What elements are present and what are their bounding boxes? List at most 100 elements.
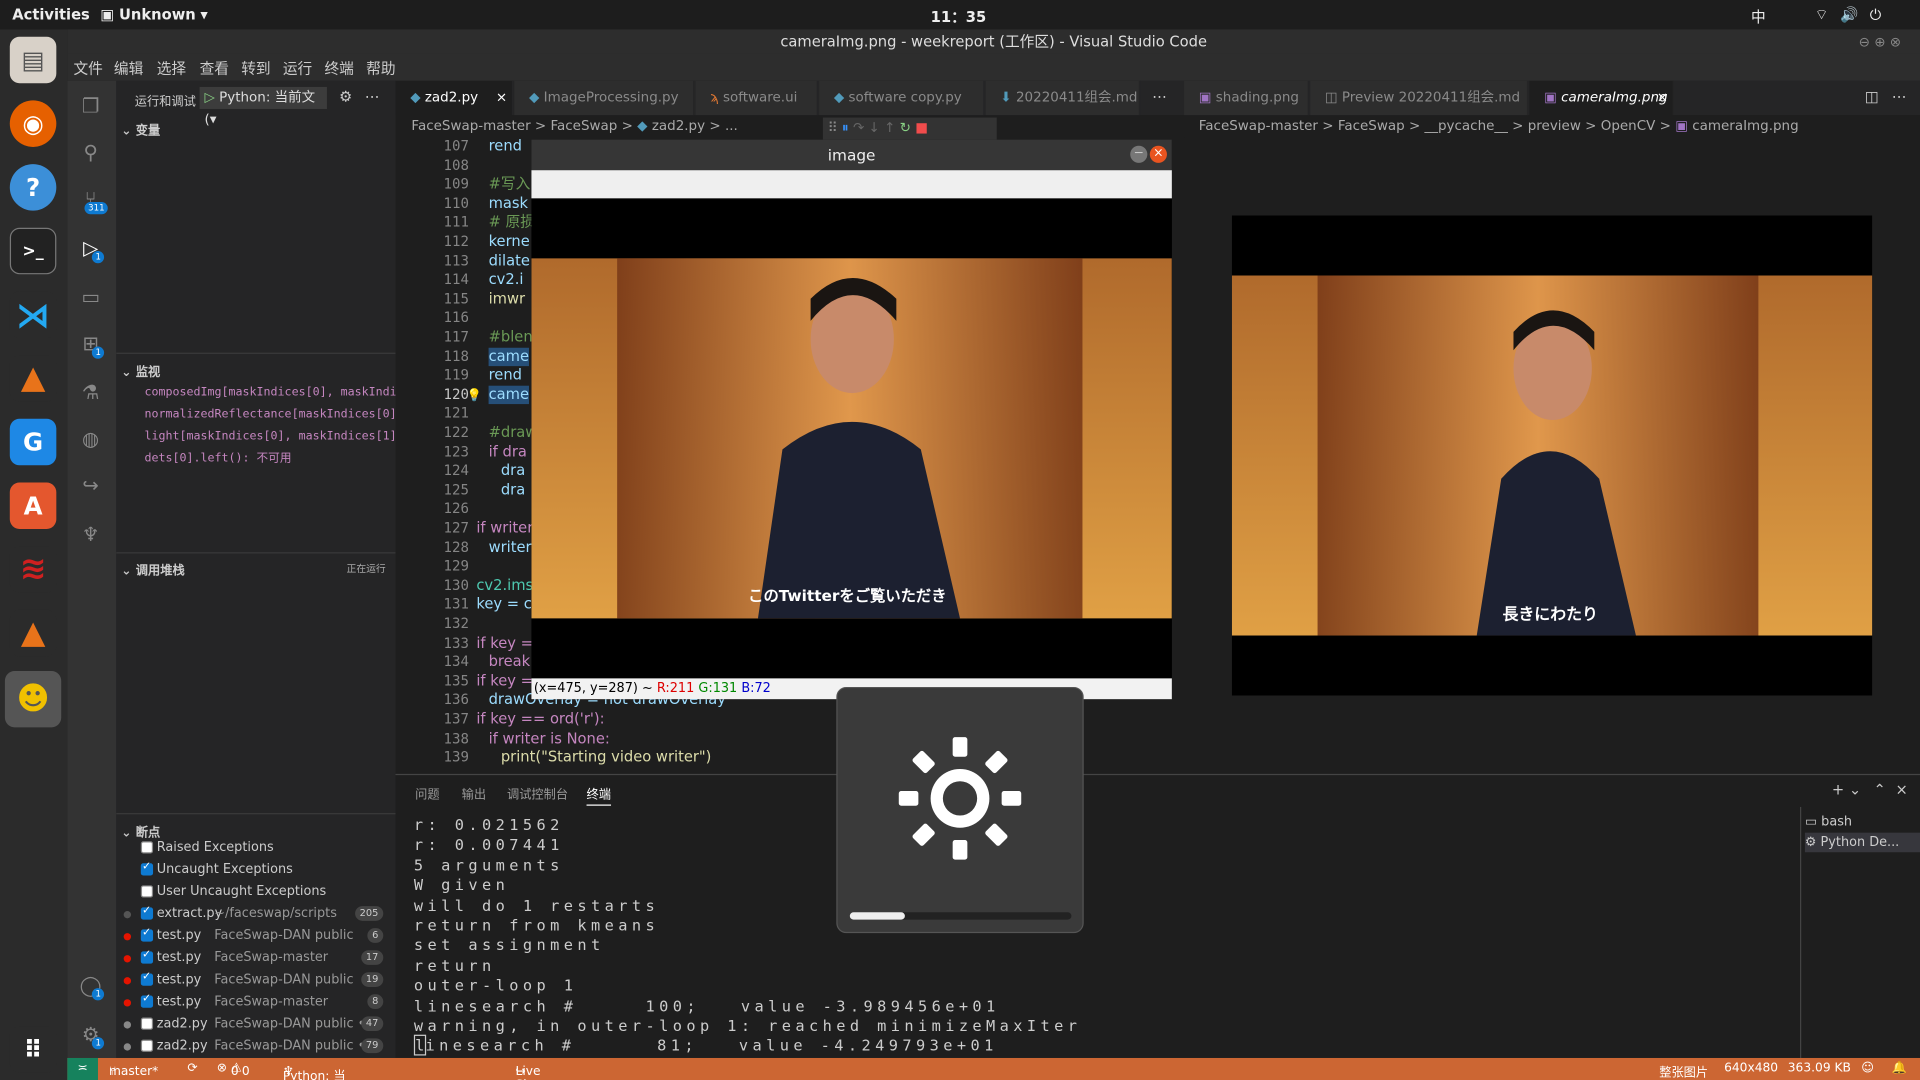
image-scale-label[interactable]: 整张图片 xyxy=(1659,1062,1708,1080)
breakpoint-checkbox[interactable] xyxy=(140,927,154,942)
breakpoint-item[interactable]: extract.py~/faceswap/scripts 205 xyxy=(116,904,395,926)
breakpoint-dot-icon[interactable] xyxy=(123,1021,132,1029)
activities-button[interactable]: Activities xyxy=(12,6,90,23)
breadcrumb-item[interactable]: OpenCV xyxy=(1601,118,1656,134)
breakpoint-item[interactable]: test.py FaceSwap-master 17 xyxy=(116,948,395,970)
breakpoint-checkbox[interactable] xyxy=(140,1039,154,1052)
tab-problems[interactable]: 问题 xyxy=(415,784,439,802)
breakpoint-dot-icon[interactable] xyxy=(123,933,132,941)
breakpoint-item[interactable]: zad2.py FaceSwap-DAN public •... 47 xyxy=(116,1014,395,1036)
more-icon[interactable]: ⋯ xyxy=(1152,88,1167,105)
breakpoint-item[interactable]: Raised Exceptions xyxy=(116,838,395,860)
watch-item[interactable]: composedImg[maskIndices[0], maskIndi xyxy=(144,382,395,404)
breadcrumb-item[interactable]: FaceSwap xyxy=(1338,118,1405,134)
tab-output[interactable]: 输出 xyxy=(462,784,486,802)
menu-help[interactable]: 帮助 xyxy=(366,58,395,79)
app-icon[interactable]: G xyxy=(9,418,57,466)
breakpoint-dot-icon[interactable] xyxy=(123,955,132,963)
breakpoint-checkbox[interactable] xyxy=(140,905,154,920)
breakpoint-checkbox[interactable] xyxy=(140,1017,154,1030)
ime-indicator[interactable]: 中 xyxy=(1751,6,1766,27)
minimize-icon[interactable]: − xyxy=(1130,145,1148,163)
stop-icon[interactable]: ■ xyxy=(915,120,928,136)
step-into-icon[interactable]: ↓ xyxy=(869,120,880,136)
pause-icon[interactable]: ⏸ xyxy=(842,120,849,136)
gear-icon[interactable]: ⚙ xyxy=(339,88,352,105)
breakpoint-item[interactable]: zad2.py FaceSwap-DAN public •... 79 xyxy=(116,1036,395,1058)
help-icon[interactable]: ? xyxy=(9,164,57,211)
software-center-icon[interactable]: A xyxy=(9,482,57,529)
preview-image[interactable]: 長きにわたり xyxy=(1231,215,1873,696)
more-icon[interactable]: ⋯ xyxy=(365,88,380,105)
tab-meeting-md[interactable]: ⬇ 20220411组会.md xyxy=(985,80,1141,116)
add-terminal-icon[interactable]: + ⌄ xyxy=(1832,781,1861,798)
testing-icon[interactable]: ⚗ xyxy=(77,380,104,407)
clock[interactable]: 11：35 xyxy=(931,6,987,27)
breakpoint-item[interactable]: test.py FaceSwap-master 8 xyxy=(116,992,395,1014)
watch-item[interactable]: light[maskIndices[0], maskIndices[1] xyxy=(144,426,395,448)
tab-debug-console[interactable]: 调试控制台 xyxy=(507,784,568,802)
breadcrumb-item[interactable]: FaceSwap-master xyxy=(1199,118,1318,134)
breakpoint-checkbox[interactable] xyxy=(140,993,154,1008)
breakpoint-checkbox[interactable] xyxy=(140,861,154,876)
github-icon[interactable]: ◍ xyxy=(77,426,104,453)
remote-icon[interactable]: ≍ xyxy=(67,1057,98,1080)
breadcrumb-item[interactable]: __pycache__ xyxy=(1425,118,1508,134)
maximize-icon[interactable]: ⌃ xyxy=(1873,781,1885,798)
files-icon[interactable]: ▤ xyxy=(9,36,57,84)
breakpoint-checkbox[interactable] xyxy=(140,841,154,854)
breakpoint-dot-icon[interactable] xyxy=(123,1043,132,1051)
close-icon[interactable]: × xyxy=(1657,81,1668,115)
breakpoint-item[interactable]: test.py FaceSwap-DAN public 6 xyxy=(116,926,395,948)
tab-software-ui[interactable]: ϡ software.ui xyxy=(695,80,818,116)
breadcrumb-item[interactable]: FaceSwap xyxy=(550,118,617,134)
python-icon[interactable]: ♆ xyxy=(77,522,104,549)
volume-icon[interactable]: 🔊 xyxy=(1840,6,1858,23)
window-controls[interactable]: ⊖ ⊕ ⊗ xyxy=(1859,34,1901,50)
breakpoint-item[interactable]: User Uncaught Exceptions xyxy=(116,882,395,904)
cv-image[interactable]: このTwitterをご覧いただき xyxy=(531,198,1172,679)
breakpoint-checkbox[interactable] xyxy=(140,885,154,898)
breakpoint-checkbox[interactable] xyxy=(140,949,154,964)
tab-zad2[interactable]: ◆ zad2.py × xyxy=(395,80,514,116)
watch-header[interactable]: ⌄ 监视 xyxy=(121,361,400,379)
tab-shading[interactable]: ▣ shading.png xyxy=(1184,80,1309,116)
restart-icon[interactable]: ↻ xyxy=(900,120,911,136)
menu-run[interactable]: 运行 xyxy=(283,58,312,79)
terminal-icon[interactable]: >_ xyxy=(9,227,57,275)
menu-view[interactable]: 查看 xyxy=(200,58,229,79)
vscode-icon[interactable]: ⋊ xyxy=(9,291,57,338)
debug-config-select[interactable]: ▷ Python: 当前文(▾ xyxy=(199,86,327,127)
close-icon[interactable]: × xyxy=(496,81,507,115)
tab-terminal[interactable]: 终端 xyxy=(586,784,612,806)
breadcrumb-item[interactable]: cameraImg.png xyxy=(1692,118,1798,134)
menu-file[interactable]: 文件 xyxy=(73,58,102,79)
variables-header[interactable]: ⌄ 变量 xyxy=(121,120,400,138)
breakpoint-dot-icon[interactable] xyxy=(123,911,132,919)
menu-edit[interactable]: 编辑 xyxy=(114,58,143,79)
notifications-icon[interactable]: 🔔 xyxy=(1892,1062,1907,1075)
menu-select[interactable]: 选择 xyxy=(157,58,186,79)
breakpoint-item[interactable]: test.py FaceSwap-DAN public 19 xyxy=(116,970,395,992)
breadcrumb-item[interactable]: FaceSwap-master xyxy=(411,118,530,134)
tab-cameraimg[interactable]: ▣ cameraImg.png × xyxy=(1529,80,1674,116)
terminal-output[interactable]: r: 0.021562 r: 0.007441 5 arguments W gi… xyxy=(413,816,1785,1056)
breadcrumb-item[interactable]: preview xyxy=(1528,118,1581,134)
breakpoint-checkbox[interactable] xyxy=(140,971,154,986)
breakpoint-item[interactable]: Uncaught Exceptions xyxy=(116,860,395,882)
close-icon[interactable]: × xyxy=(1149,145,1167,163)
explorer-icon[interactable]: ❐ xyxy=(77,93,104,120)
matlab-icon[interactable]: ▲ xyxy=(9,609,57,657)
breadcrumb-item[interactable]: zad2.py xyxy=(652,118,705,134)
terminal-list-item[interactable]: ⚙ Python De... xyxy=(1804,832,1920,853)
search-icon[interactable]: ⚲ xyxy=(77,140,104,167)
python-app-icon[interactable]: ☻ xyxy=(4,671,62,728)
remote-explorer-icon[interactable]: ▭ xyxy=(77,284,104,311)
breakpoint-dot-icon[interactable] xyxy=(123,999,132,1007)
tab-software-copy[interactable]: ◆ software copy.py xyxy=(819,80,985,116)
breakpoint-dot-icon[interactable] xyxy=(123,977,132,985)
feedback-icon[interactable]: ☺ xyxy=(1861,1062,1874,1075)
menu-terminal[interactable]: 终端 xyxy=(324,58,353,79)
firefox-icon[interactable]: ◉ xyxy=(9,100,57,147)
tab-imageprocessing[interactable]: ◆ ImageProcessing.py xyxy=(514,80,695,116)
